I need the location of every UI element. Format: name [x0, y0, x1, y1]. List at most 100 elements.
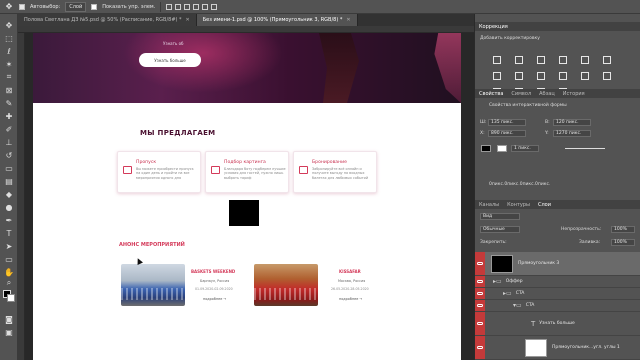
layer-filter-select[interactable]: Вид: [480, 213, 520, 220]
background-color-swatch[interactable]: [7, 294, 15, 302]
fill-swatch[interactable]: [481, 145, 491, 152]
screen-mode-icon[interactable]: ▣: [3, 327, 15, 337]
levels-icon[interactable]: [515, 56, 523, 64]
tab-properties[interactable]: Свойства: [479, 91, 503, 97]
canvas-area[interactable]: Узнать об Узнать больше МЫ ПРЕДЛАГАЕМ Пр…: [25, 33, 474, 360]
selected-rectangle-layer[interactable]: [229, 200, 259, 226]
move-tool-icon[interactable]: ✥: [3, 20, 15, 30]
hue-icon[interactable]: [603, 56, 611, 64]
type-tool-icon[interactable]: T: [3, 228, 15, 238]
tab-correction[interactable]: Коррекция: [479, 24, 508, 30]
layer-row[interactable]: Прямоугольник 3: [475, 252, 640, 276]
layer-row[interactable]: ▸▭ CTA: [475, 288, 640, 300]
layer-row[interactable]: Прямоугольник...угл. углы 1: [475, 336, 640, 360]
fill-label: Заливка:: [579, 240, 601, 245]
visibility-toggle[interactable]: [475, 300, 485, 311]
stamp-tool-icon[interactable]: ⊥: [3, 137, 15, 147]
height-field[interactable]: 120 пикс.: [553, 119, 591, 126]
color-lookup-icon[interactable]: [581, 72, 589, 80]
brush-tool-icon[interactable]: ✐: [3, 124, 15, 134]
hero-cta-button[interactable]: Узнать больше: [139, 53, 201, 67]
align-top-icon[interactable]: [193, 3, 200, 10]
horizontal-ruler[interactable]: [18, 26, 474, 33]
rectangle-tool-icon[interactable]: ▭: [3, 254, 15, 264]
layer-row[interactable]: ▸▭ Оффер: [475, 276, 640, 288]
quick-mask-icon[interactable]: ◙: [3, 314, 15, 324]
visibility-toggle[interactable]: [475, 336, 485, 359]
tab-character[interactable]: Символ: [511, 91, 531, 97]
gradient-tool-icon[interactable]: ▤: [3, 176, 15, 186]
width-field[interactable]: 135 пикс.: [488, 119, 526, 126]
align-buttons: [166, 3, 218, 10]
event-more-link[interactable]: подробнее →: [203, 297, 226, 301]
tab-document-2[interactable]: Без имени-1.psd @ 100% (Прямоугольник 3,…: [196, 14, 358, 26]
visibility-toggle[interactable]: [475, 288, 485, 299]
magic-wand-tool-icon[interactable]: ✶: [3, 59, 15, 69]
tab-history[interactable]: История: [563, 91, 585, 97]
tab-paths[interactable]: Контуры: [507, 202, 530, 208]
document-canvas[interactable]: Узнать об Узнать больше МЫ ПРЕДЛАГАЕМ Пр…: [33, 33, 461, 360]
align-right-icon[interactable]: [184, 3, 191, 10]
photo-filter-icon[interactable]: [537, 72, 545, 80]
color-balance-icon[interactable]: [493, 72, 501, 80]
auto-select-label: Автовыбор:: [30, 3, 61, 10]
auto-select-dropdown[interactable]: Слой: [65, 1, 87, 12]
align-center-icon[interactable]: [175, 3, 182, 10]
lasso-tool-icon[interactable]: ℓ: [3, 46, 15, 56]
stroke-width-field[interactable]: 1 пикс.: [511, 145, 539, 152]
visibility-toggle[interactable]: [475, 252, 485, 275]
offer-card[interactable]: Пропуск Вы можете приобрести пропуск на …: [117, 151, 201, 193]
bw-icon[interactable]: [515, 72, 523, 80]
stroke-style-line[interactable]: [565, 148, 605, 149]
blur-tool-icon[interactable]: ◆: [3, 189, 15, 199]
visibility-toggle[interactable]: [475, 276, 485, 287]
exposure-icon[interactable]: [559, 56, 567, 64]
divider: [160, 1, 162, 12]
align-left-icon[interactable]: [166, 3, 173, 10]
tab-document-1[interactable]: Полова Светлана ДЗ №5.psd @ 50% (Расписа…: [18, 14, 197, 26]
show-transform-checkbox[interactable]: [91, 3, 98, 10]
vibrance-icon[interactable]: [581, 56, 589, 64]
healing-tool-icon[interactable]: ✚: [3, 111, 15, 121]
eyedropper-tool-icon[interactable]: ✎: [3, 98, 15, 108]
event-more-link[interactable]: подробнее →: [339, 297, 362, 301]
dodge-tool-icon[interactable]: ●: [3, 202, 15, 212]
layer-name: Узнать больше: [539, 321, 575, 326]
width-label: Ш:: [480, 120, 487, 125]
move-tool-icon[interactable]: ✥: [4, 2, 14, 12]
stroke-swatch[interactable]: [497, 145, 507, 152]
frame-tool-icon[interactable]: ⊠: [3, 85, 15, 95]
auto-select-checkbox[interactable]: [19, 3, 25, 10]
path-select-tool-icon[interactable]: ➤: [3, 241, 15, 251]
close-icon[interactable]: ✕: [186, 17, 190, 23]
x-field[interactable]: 890 пикс.: [488, 130, 526, 137]
layer-row[interactable]: ▾▭ CTA: [475, 300, 640, 312]
y-field[interactable]: 1270 пикс.: [553, 130, 591, 137]
offer-card[interactable]: Подбор картинга Благодаря боту подберем …: [205, 151, 289, 193]
fill-field[interactable]: 100%: [611, 239, 635, 246]
vertical-ruler[interactable]: [18, 33, 25, 360]
channel-mixer-icon[interactable]: [559, 72, 567, 80]
pen-tool-icon[interactable]: ✒: [3, 215, 15, 225]
layer-row[interactable]: T Узнать больше: [475, 312, 640, 336]
opacity-field[interactable]: 100%: [611, 226, 635, 233]
eraser-tool-icon[interactable]: ▭: [3, 163, 15, 173]
brightness-icon[interactable]: [493, 56, 501, 64]
curves-icon[interactable]: [537, 56, 545, 64]
blend-mode-select[interactable]: Обычные: [480, 226, 520, 233]
marquee-tool-icon[interactable]: ⬚: [3, 33, 15, 43]
align-bottom-icon[interactable]: [211, 3, 218, 10]
zoom-tool-icon[interactable]: ⌕: [3, 278, 15, 288]
type-layer-icon: T: [531, 319, 536, 328]
tab-layers[interactable]: Слои: [538, 202, 551, 208]
crop-tool-icon[interactable]: ⌗: [3, 72, 15, 82]
tab-channels[interactable]: Каналы: [479, 202, 499, 208]
close-icon[interactable]: ✕: [346, 17, 350, 23]
history-brush-tool-icon[interactable]: ↺: [3, 150, 15, 160]
hand-tool-icon[interactable]: ✋: [3, 267, 15, 277]
offer-card[interactable]: Бронирование Забронируйте всё онлайн и п…: [293, 151, 377, 193]
align-middle-icon[interactable]: [202, 3, 209, 10]
visibility-toggle[interactable]: [475, 312, 485, 335]
tab-paragraph[interactable]: Абзац: [539, 91, 555, 97]
invert-icon[interactable]: [603, 72, 611, 80]
